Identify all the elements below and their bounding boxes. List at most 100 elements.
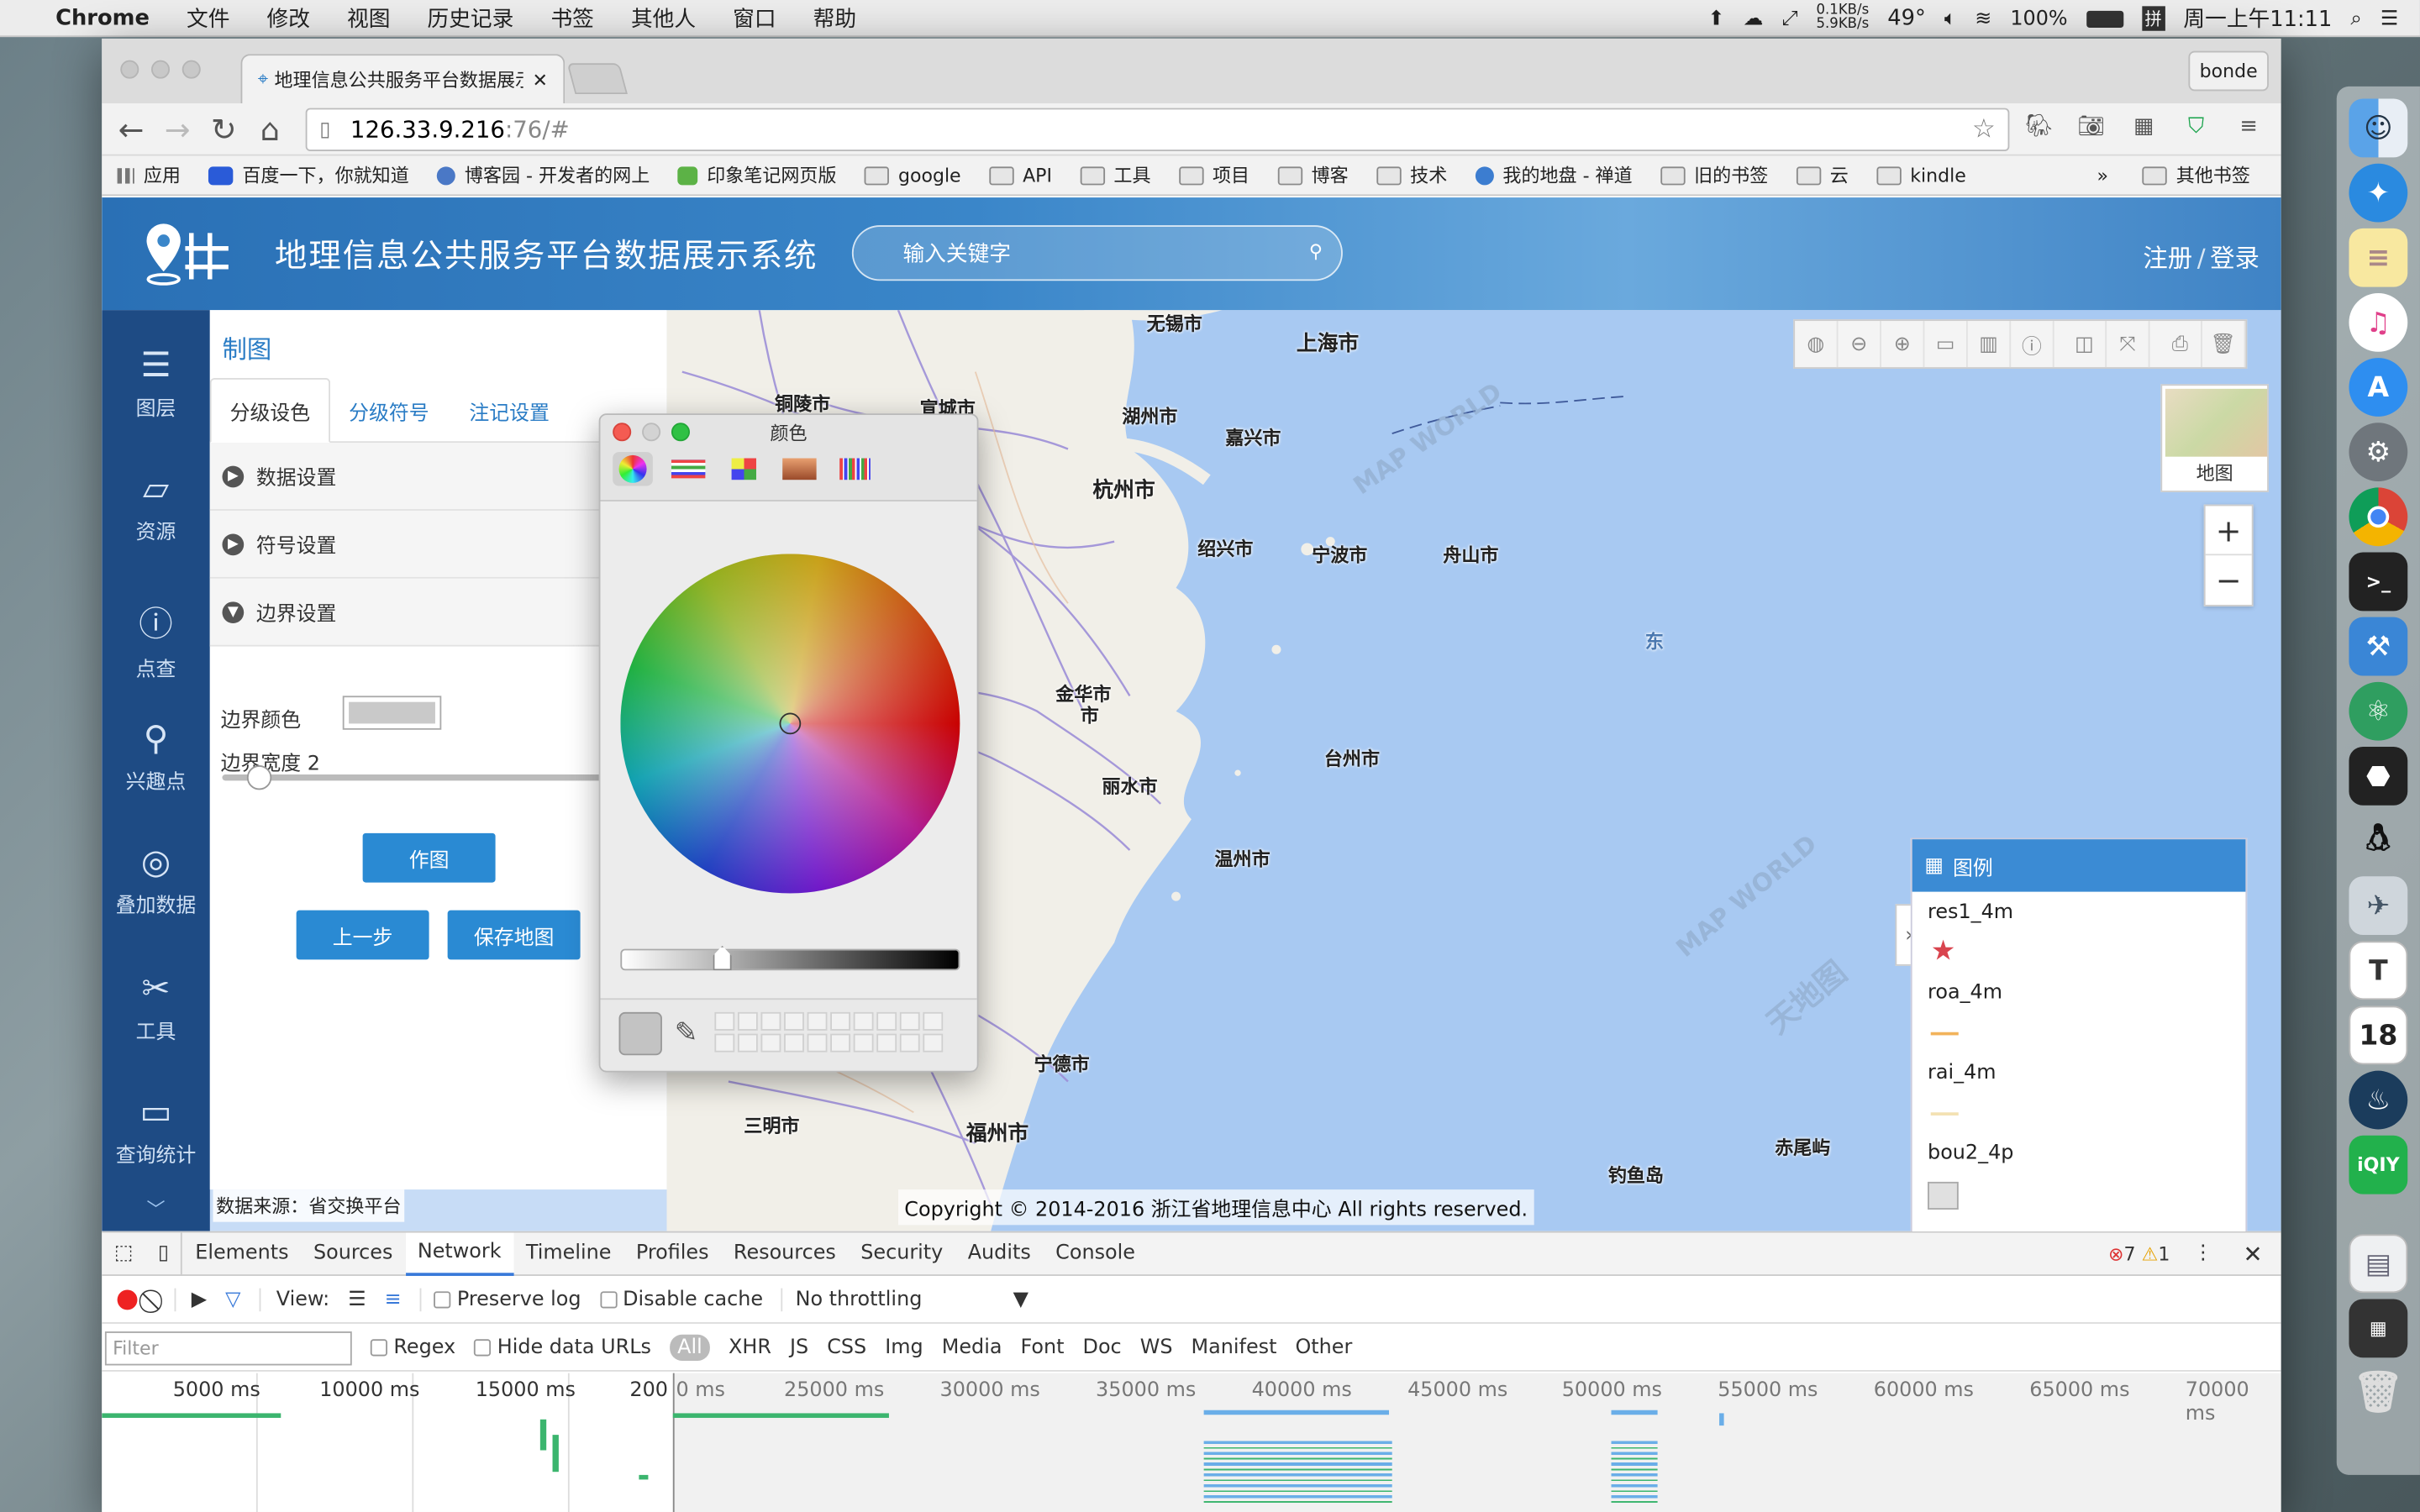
- devtools-tab-elements[interactable]: Elements: [183, 1232, 302, 1275]
- devtools-tab-timeline[interactable]: Timeline: [513, 1232, 623, 1275]
- notes-icon[interactable]: ≡: [2349, 228, 2408, 287]
- filter-type-manifest[interactable]: Manifest: [1192, 1336, 1277, 1360]
- sliders-icon[interactable]: [668, 452, 708, 486]
- sidebar-item-point-query[interactable]: ⓘ 点查: [102, 597, 210, 682]
- profile-button[interactable]: bonde: [2188, 50, 2269, 92]
- sidebar-more-chevron-icon[interactable]: ﹀: [102, 1195, 210, 1221]
- remote-desktop-icon[interactable]: ✈: [2349, 876, 2408, 936]
- color-wheel[interactable]: [620, 554, 960, 894]
- forward-extent-icon[interactable]: ⊕: [1881, 321, 1925, 368]
- minimize-window-button[interactable]: [150, 60, 171, 79]
- trash-icon[interactable]: 🗑︎: [2349, 1364, 2407, 1423]
- error-warning-counter[interactable]: ⊗7 ⚠1: [2108, 1242, 2170, 1264]
- notification-center-icon[interactable]: ☰: [2381, 7, 2398, 30]
- filter-type-ws[interactable]: WS: [1140, 1336, 1173, 1360]
- throttling-select[interactable]: No throttling ▼: [781, 1288, 1028, 1312]
- bookmark-folder-projects[interactable]: 项目: [1178, 162, 1249, 188]
- filter-funnel-icon[interactable]: ▽: [225, 1289, 240, 1312]
- input-method-icon[interactable]: 拼: [2141, 6, 2165, 31]
- bookmark-folder-google[interactable]: google: [864, 165, 961, 186]
- identify-icon[interactable]: ⓘ: [2011, 321, 2054, 368]
- draw-map-button[interactable]: 作图: [362, 832, 496, 883]
- devtools-tab-profiles[interactable]: Profiles: [623, 1232, 721, 1275]
- bookmarks-overflow-button[interactable]: »: [2096, 165, 2107, 186]
- devtools-tab-console[interactable]: Console: [1043, 1232, 1147, 1275]
- filter-type-doc[interactable]: Doc: [1083, 1336, 1122, 1360]
- spotlight-search-icon[interactable]: ⌕: [2350, 7, 2361, 30]
- menu-view[interactable]: 视图: [329, 3, 409, 34]
- login-link[interactable]: 登录: [2210, 244, 2260, 273]
- menu-bookmarks[interactable]: 书签: [532, 3, 613, 34]
- regex-checkbox[interactable]: Regex: [370, 1336, 455, 1359]
- register-link[interactable]: 注册: [2143, 244, 2192, 273]
- sidebar-item-overlay-data[interactable]: ◎ 叠加数据: [102, 844, 210, 918]
- bookmark-folder-old[interactable]: 旧的书签: [1660, 162, 1768, 188]
- sidebar-item-layers[interactable]: ☰ 图层: [102, 347, 210, 421]
- document-icon[interactable]: ▤: [2349, 1234, 2408, 1294]
- bookmark-folder-api[interactable]: API: [988, 165, 1052, 186]
- hide-data-urls-checkbox[interactable]: Hide data URLs: [474, 1336, 651, 1359]
- menu-edit[interactable]: 修改: [248, 3, 329, 34]
- bookmark-folder-kindle[interactable]: kindle: [1876, 165, 1966, 186]
- qr-code-extension-icon[interactable]: ▦: [2127, 109, 2160, 143]
- tab-label-settings[interactable]: 注记设置: [450, 378, 568, 443]
- devtools-tab-resources[interactable]: Resources: [721, 1232, 848, 1275]
- forward-arrow-icon[interactable]: →: [157, 113, 197, 146]
- print-icon[interactable]: ⎙: [2160, 321, 2202, 368]
- record-app-icon[interactable]: ⬣: [2349, 746, 2408, 806]
- save-map-button[interactable]: 保存地图: [447, 910, 581, 960]
- fullscreen-icon[interactable]: ⤧: [2107, 321, 2150, 368]
- tab-graduated-color[interactable]: 分级设色: [209, 377, 331, 444]
- record-button[interactable]: [117, 1289, 138, 1310]
- device-mode-icon[interactable]: ▯: [145, 1231, 183, 1276]
- filter-type-media[interactable]: Media: [942, 1336, 1002, 1360]
- search-icon[interactable]: ⚲: [1309, 241, 1323, 263]
- address-bar[interactable]: ▯ 126.33.9.216:76/# ☆: [305, 108, 2010, 151]
- sidebar-item-query-stats[interactable]: ▭ 查询统计: [102, 1094, 210, 1168]
- bookmark-star-icon[interactable]: ☆: [1972, 114, 1996, 145]
- border-width-slider-handle[interactable]: [246, 765, 272, 790]
- devtools-menu-icon[interactable]: ⋮: [2193, 1242, 2213, 1266]
- other-bookmarks[interactable]: 其他书签: [2142, 162, 2250, 188]
- border-color-picker[interactable]: [342, 696, 442, 730]
- tab-close-icon[interactable]: ✕: [533, 69, 548, 91]
- filter-type-all[interactable]: All: [669, 1334, 710, 1361]
- disable-cache-checkbox[interactable]: Disable cache: [599, 1289, 763, 1311]
- measure-area-icon[interactable]: ▥: [1968, 321, 2012, 368]
- bookmark-folder-tech[interactable]: 技术: [1376, 162, 1447, 188]
- crosshair-icon[interactable]: [779, 712, 802, 735]
- typora-icon[interactable]: T: [2349, 941, 2408, 1000]
- clock[interactable]: 周一上午11:11: [2183, 3, 2332, 34]
- bookmark-zentao[interactable]: 我的地盘 - 禅道: [1475, 162, 1633, 188]
- network-timeline[interactable]: 5000 ms 10000 ms 15000 ms 200 0 ms 25000…: [102, 1373, 2281, 1512]
- steam-icon[interactable]: ♨: [2349, 1070, 2408, 1130]
- xcode-icon[interactable]: ⚒: [2349, 617, 2408, 676]
- large-rows-icon[interactable]: ☰: [348, 1289, 366, 1312]
- iqiyi-icon[interactable]: iQIY: [2349, 1135, 2408, 1194]
- volume-icon[interactable]: 🔈︎: [1944, 7, 1956, 30]
- bookmark-cnblogs[interactable]: 博客园 - 开发者的网上: [436, 162, 650, 188]
- menu-window[interactable]: 窗口: [714, 3, 795, 34]
- shield-extension-icon[interactable]: ⛉: [2179, 109, 2212, 143]
- menu-history[interactable]: 历史记录: [408, 3, 532, 34]
- overview-waterfall-icon[interactable]: ≡: [385, 1289, 402, 1312]
- keyword-search-input[interactable]: 输入关键字 ⚲: [851, 225, 1343, 281]
- globe-icon[interactable]: ◍: [1795, 321, 1839, 368]
- devtools-close-icon[interactable]: ✕: [2244, 1240, 2263, 1268]
- image-palette-icon[interactable]: [780, 452, 820, 486]
- terminal-icon[interactable]: >_: [2349, 552, 2408, 612]
- filter-type-css[interactable]: CSS: [827, 1336, 866, 1360]
- camera-extension-icon[interactable]: 📷︎: [2075, 109, 2108, 143]
- battery-icon[interactable]: [2086, 9, 2123, 28]
- devtools-tab-network[interactable]: Network: [405, 1231, 514, 1276]
- preserve-log-checkbox[interactable]: Preserve log: [419, 1288, 581, 1312]
- devtools-tab-sources[interactable]: Sources: [301, 1232, 405, 1275]
- qq-icon[interactable]: 🐧︎: [2349, 811, 2407, 870]
- system-preferences-icon[interactable]: ⚙: [2349, 423, 2408, 482]
- evernote-extension-icon[interactable]: 🐘︎: [2022, 109, 2055, 143]
- filter-type-xhr[interactable]: XHR: [729, 1336, 771, 1360]
- zoom-in-button[interactable]: +: [2205, 506, 2252, 556]
- current-color-well[interactable]: [618, 1011, 662, 1056]
- filter-input[interactable]: Filter: [104, 1331, 352, 1365]
- filter-type-font[interactable]: Font: [1021, 1336, 1065, 1360]
